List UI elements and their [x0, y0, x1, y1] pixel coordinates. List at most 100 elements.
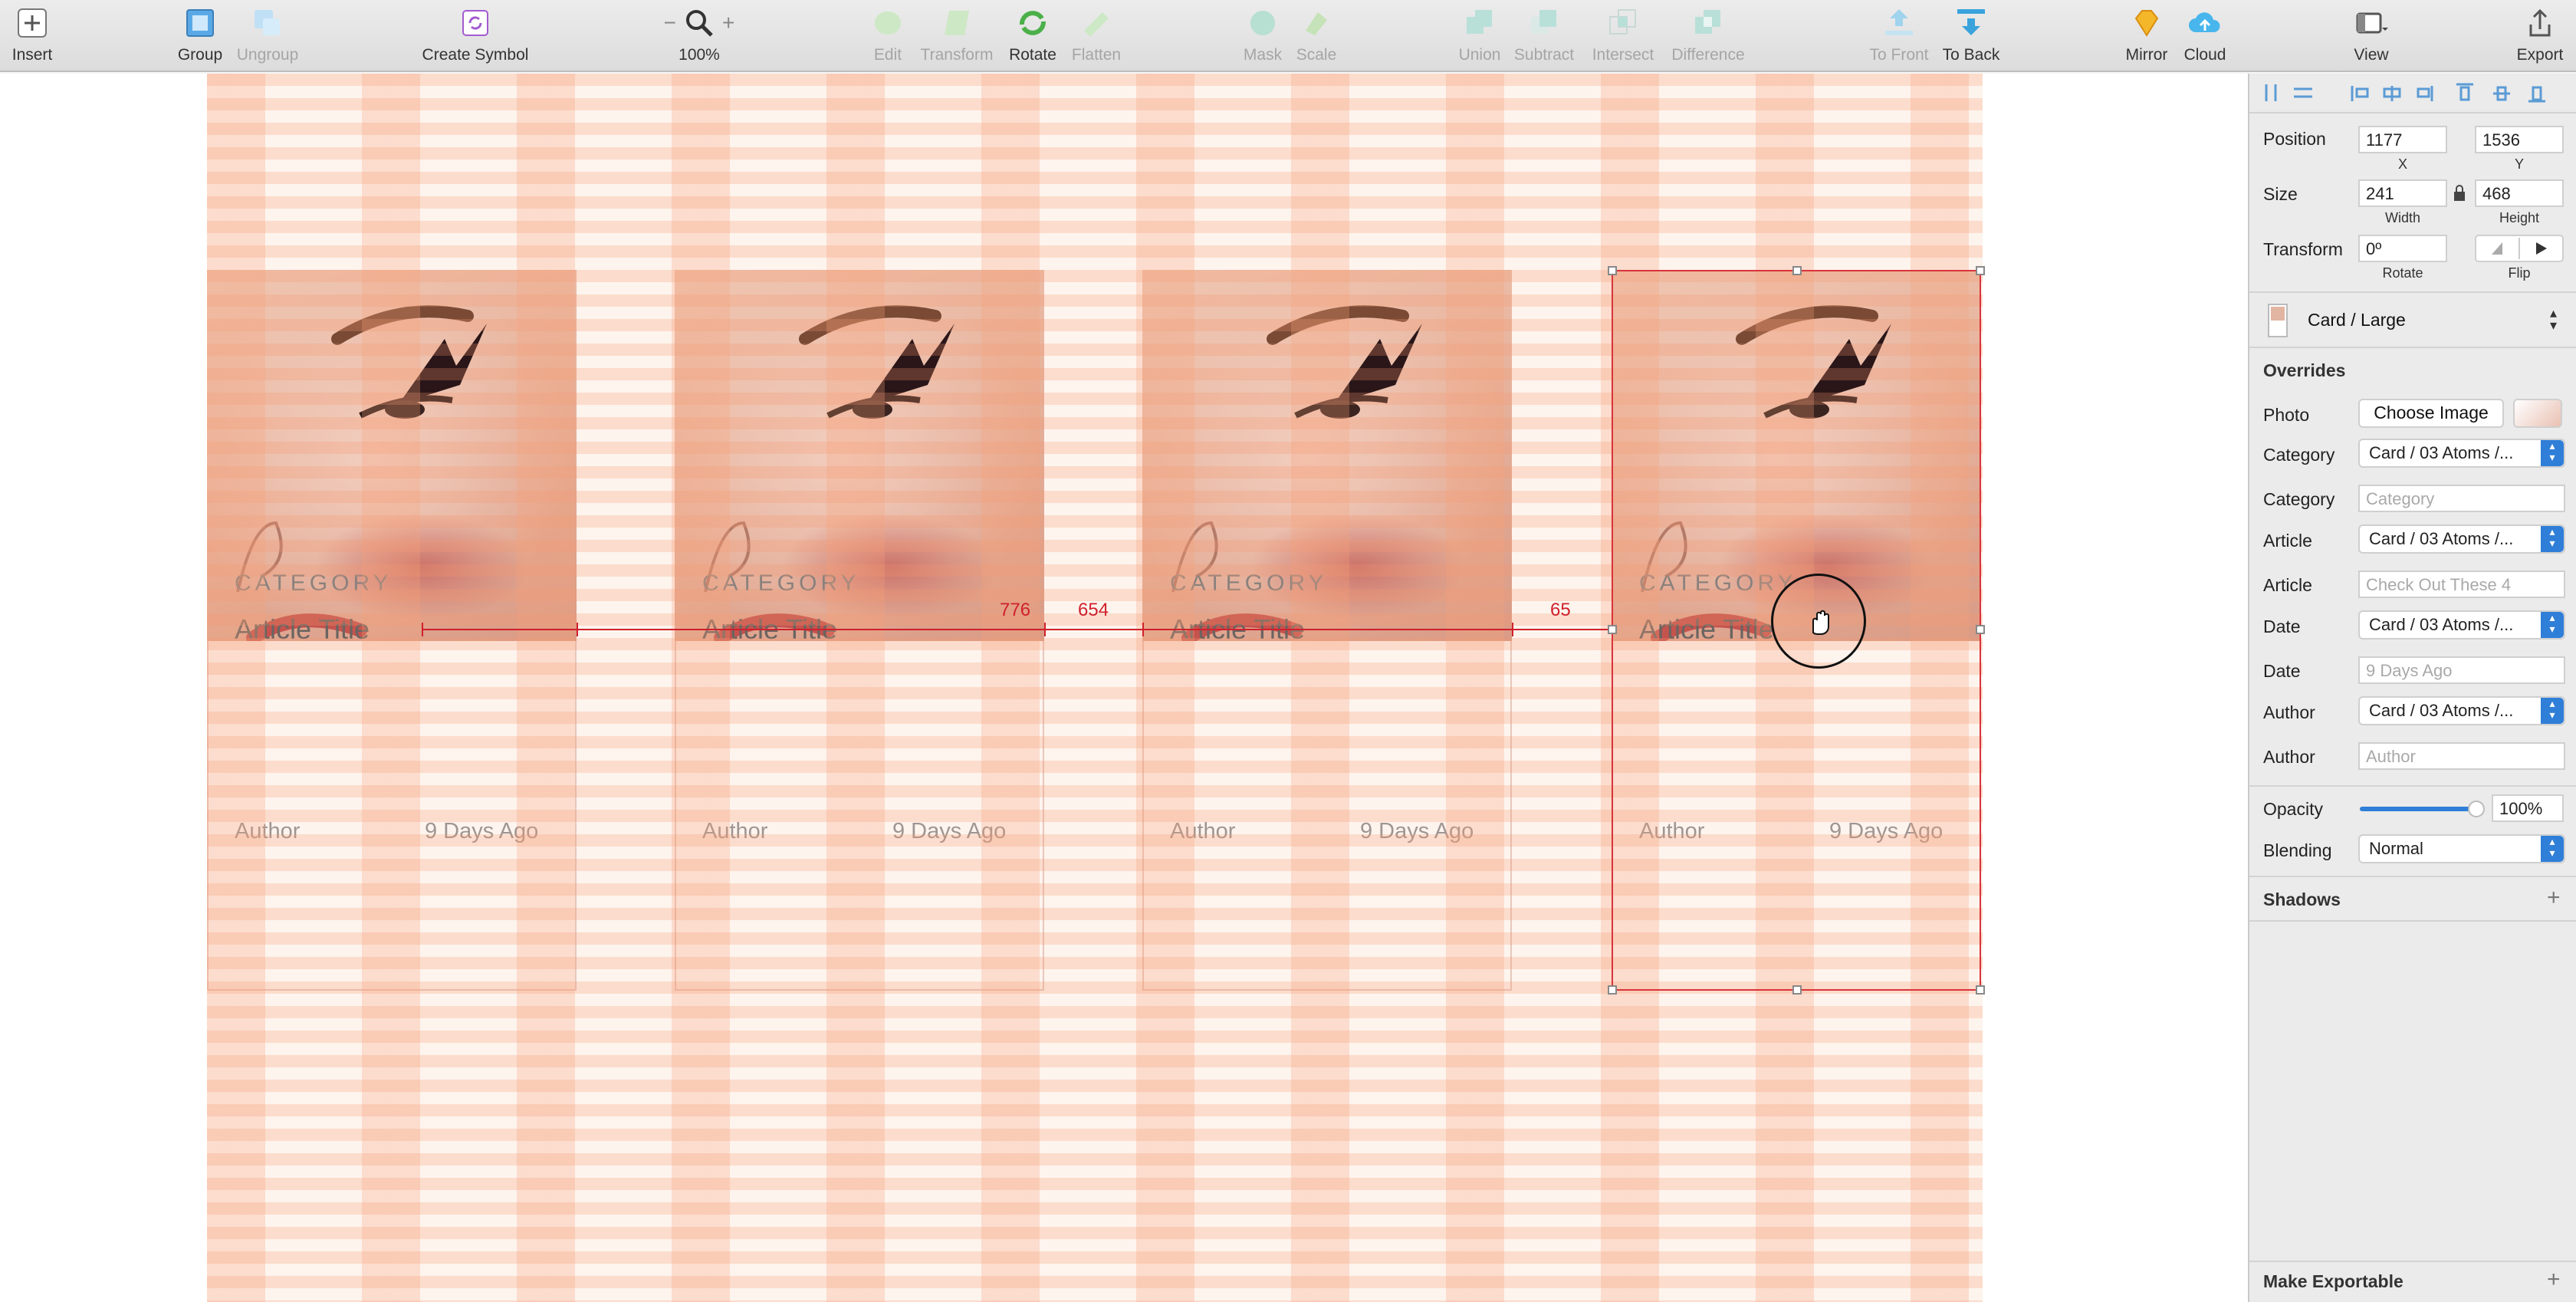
divider [2249, 347, 2576, 348]
card-body [1142, 641, 1512, 991]
width-field[interactable]: 241 [2358, 179, 2447, 207]
inspector-panel: Position 1177 1536 X Y Size 241 468 Widt… [2248, 74, 2576, 1302]
card-date: 9 Days Ago [892, 819, 1007, 843]
x-field[interactable]: 1177 [2358, 126, 2447, 153]
group-label: Group [177, 46, 223, 64]
to-front-button[interactable]: To Front [1868, 5, 1930, 69]
transform-label: Transform [2263, 239, 2343, 259]
export-button[interactable]: Export [2513, 5, 2567, 69]
rotate-field[interactable]: 0º [2358, 235, 2447, 262]
blending-dropdown[interactable]: Normal ▴ ▾ [2358, 834, 2565, 863]
date-text-input[interactable]: 9 Days Ago [2358, 656, 2565, 684]
toolbar: Insert Group Ungroup Create Symbol − + 1… [0, 0, 2576, 72]
create-symbol-button[interactable]: Create Symbol [419, 5, 532, 69]
plus-icon [14, 5, 51, 41]
add-shadow-plus-icon[interactable]: + [2547, 885, 2561, 911]
mirror-label: Mirror [2125, 46, 2168, 64]
group-icon [182, 5, 219, 41]
author-symbol-dropdown[interactable]: Card / 03 Atoms /... ▴ ▾ [2358, 696, 2565, 725]
view-icon [2353, 5, 2390, 41]
card-title: Article Title [235, 613, 370, 645]
zoom-control[interactable]: − + 100% [652, 5, 747, 69]
article-card[interactable]: CATEGORY Article Title Author 9 Days Ago [675, 270, 1044, 991]
card-title: Article Title [1639, 613, 1775, 645]
article-symbol-dropdown[interactable]: Card / 03 Atoms /... ▴ ▾ [2358, 524, 2565, 554]
group-button[interactable]: Group [173, 5, 227, 69]
category-symbol-value: Card / 03 Atoms /... [2369, 443, 2514, 462]
mirror-button[interactable]: Mirror [2122, 5, 2171, 69]
mask-label: Mask [1243, 46, 1283, 64]
difference-button[interactable]: Difference [1665, 5, 1751, 69]
rotate-sublabel: Rotate [2382, 265, 2423, 281]
cursor-highlight [1771, 574, 1866, 669]
union-icon [1461, 5, 1498, 41]
category-symbol-dropdown[interactable]: Card / 03 Atoms /... ▴ ▾ [2358, 439, 2565, 468]
measure-tick [422, 623, 423, 636]
symbol-name[interactable]: Card / Large [2308, 310, 2406, 330]
alignment-icons [2265, 83, 2545, 103]
transform-button[interactable]: Transform [917, 5, 997, 69]
cloud-label: Cloud [2183, 46, 2226, 64]
ungroup-icon [249, 5, 286, 41]
divider [2249, 785, 2576, 787]
union-button[interactable]: Union [1454, 5, 1506, 69]
view-button[interactable]: View [2344, 5, 2398, 69]
card-category: CATEGORY [1170, 570, 1328, 596]
measure-tick [577, 623, 578, 636]
category-text-input[interactable]: Category [2358, 485, 2565, 512]
author-symbol-label: Author [2263, 702, 2315, 722]
canvas[interactable]: CATEGORY Article Title Author 9 Days Ago CAT… [0, 74, 2248, 1302]
cloud-button[interactable]: Cloud [2177, 5, 2233, 69]
export-icon [2522, 5, 2558, 41]
zoom-value: 100% [678, 46, 720, 64]
subtract-label: Subtract [1513, 46, 1575, 64]
union-label: Union [1458, 46, 1501, 64]
scale-button[interactable]: Scale [1293, 5, 1340, 69]
intersect-button[interactable]: Intersect [1587, 5, 1659, 69]
card-body [207, 641, 577, 991]
zoom-in-button[interactable]: + [722, 11, 734, 35]
y-field[interactable]: 1536 [2475, 126, 2564, 153]
lock-icon[interactable] [2452, 184, 2467, 206]
magnifier-icon [686, 10, 713, 37]
mask-button[interactable]: Mask [1240, 5, 1285, 69]
edit-button[interactable]: Edit [865, 5, 911, 69]
scale-icon [1298, 5, 1335, 41]
measure-label-776: 776 [1000, 600, 1031, 620]
card-author: Author [235, 819, 301, 843]
flip-control[interactable] [2475, 235, 2564, 262]
article-text-input[interactable]: Check Out These 4 [2358, 570, 2565, 598]
choose-image-button[interactable]: Choose Image [2358, 399, 2504, 428]
card-date: 9 Days Ago [1829, 819, 1944, 843]
ungroup-button[interactable]: Ungroup [233, 5, 302, 69]
alignment-toolbar [2249, 74, 2576, 113]
insert-button[interactable]: Insert [9, 5, 55, 69]
article-card[interactable]: CATEGORY Article Title Author 9 Days Ago [207, 270, 577, 991]
date-symbol-dropdown[interactable]: Card / 03 Atoms /... ▴ ▾ [2358, 610, 2565, 639]
date-symbol-label: Date [2263, 616, 2301, 636]
zoom-out-button[interactable]: − [664, 11, 676, 35]
photo-thumbnail[interactable] [2513, 399, 2562, 428]
add-export-plus-icon[interactable]: + [2547, 1267, 2561, 1293]
to-back-icon [1953, 5, 1990, 41]
to-front-label: To Front [1869, 46, 1929, 64]
measure-tick [1044, 623, 1046, 636]
rotate-button[interactable]: Rotate [1004, 5, 1061, 69]
edit-icon [869, 5, 906, 41]
subtract-button[interactable]: Subtract [1507, 5, 1581, 69]
author-text-input[interactable]: Author [2358, 742, 2565, 770]
y-sublabel: Y [2514, 156, 2524, 172]
article-card[interactable]: CATEGORY Article Title Author 9 Days Ago [1142, 270, 1512, 991]
symbol-chevron-icon[interactable]: ▴ ▾ [2550, 306, 2557, 332]
export-label: Export [2516, 46, 2564, 64]
make-exportable-title: Make Exportable [2263, 1271, 2404, 1291]
flatten-button[interactable]: Flatten [1066, 5, 1127, 69]
to-front-icon [1881, 5, 1917, 41]
opacity-field[interactable]: 100% [2492, 794, 2564, 822]
card-body [1612, 641, 1981, 991]
to-back-button[interactable]: To Back [1938, 5, 2004, 69]
flatten-icon [1078, 5, 1115, 41]
height-field[interactable]: 468 [2475, 179, 2564, 207]
opacity-slider-knob[interactable] [2468, 801, 2485, 817]
opacity-slider[interactable] [2360, 801, 2485, 817]
